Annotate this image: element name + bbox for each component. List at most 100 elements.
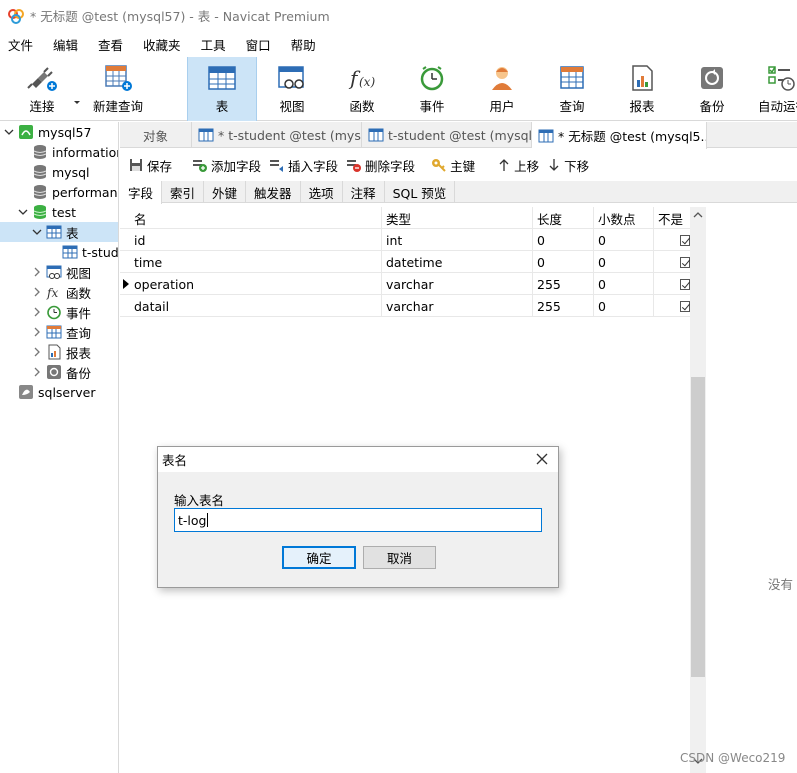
column-header-not-null[interactable]: 不是 — [654, 207, 690, 229]
close-icon[interactable] — [534, 451, 550, 467]
menu-window[interactable]: 窗口 — [238, 35, 283, 54]
vertical-scrollbar[interactable] — [690, 207, 706, 773]
tree-item-test[interactable]: test — [0, 202, 118, 222]
field-decimals-cell[interactable]: 0 — [594, 295, 654, 317]
field-name-cell[interactable]: operation — [130, 273, 382, 295]
subtab-indexes[interactable]: 索引 — [162, 181, 205, 203]
field-decimals-cell[interactable]: 0 — [594, 229, 654, 251]
column-header-name[interactable]: 名 — [130, 207, 382, 229]
subtab-sql-preview[interactable]: SQL 预览 — [385, 181, 456, 203]
tab-objects[interactable]: 对象 — [120, 122, 192, 148]
tree-item-sqlserver[interactable]: sqlserver — [0, 382, 118, 402]
add-field-button[interactable]: 添加字段 — [192, 156, 261, 175]
tree-item-performance[interactable]: performan — [0, 182, 118, 202]
event-button[interactable]: 事件 — [402, 57, 462, 121]
chevron-down-icon[interactable] — [18, 207, 28, 217]
backup-button[interactable]: 备份 — [682, 57, 742, 121]
tree-item-t-student[interactable]: t-stud — [0, 242, 118, 262]
field-type-cell[interactable]: datetime — [382, 251, 533, 273]
field-length-cell[interactable]: 0 — [533, 229, 594, 251]
chevron-right-icon[interactable] — [32, 327, 42, 337]
field-type-cell[interactable]: varchar — [382, 273, 533, 295]
function-button[interactable]: f (x) 函数 — [332, 57, 392, 121]
table-name-input[interactable]: t-log — [174, 508, 542, 532]
menu-edit[interactable]: 编辑 — [45, 35, 90, 54]
subtab-comments[interactable]: 注释 — [343, 181, 385, 203]
column-header-type[interactable]: 类型 — [382, 207, 533, 229]
tree-item-backups[interactable]: 备份 — [0, 362, 118, 382]
cancel-button[interactable]: 取消 — [363, 546, 436, 569]
chevron-down-icon[interactable] — [4, 127, 14, 137]
query-button[interactable]: 查询 — [542, 57, 602, 121]
chevron-right-icon[interactable] — [32, 307, 42, 317]
subtab-options[interactable]: 选项 — [301, 181, 343, 203]
tree-item-mysql[interactable]: mysql — [0, 162, 118, 182]
tree-item-mysql57[interactable]: mysql57 — [0, 122, 118, 142]
field-type-cell[interactable]: varchar — [382, 295, 533, 317]
tree-item-tables[interactable]: 表 — [0, 222, 118, 242]
move-down-button[interactable]: 下移 — [547, 156, 589, 175]
tree-item-functions[interactable]: fx 函数 — [0, 282, 118, 302]
field-decimals-cell[interactable]: 0 — [594, 273, 654, 295]
chevron-right-icon[interactable] — [32, 347, 42, 357]
move-up-button[interactable]: 上移 — [497, 156, 539, 175]
column-header-length[interactable]: 长度 — [533, 207, 594, 229]
menu-favorites[interactable]: 收藏夹 — [135, 35, 193, 54]
tree-item-events[interactable]: 事件 — [0, 302, 118, 322]
tree-item-views[interactable]: 视图 — [0, 262, 118, 282]
field-name-cell[interactable]: datail — [130, 295, 382, 317]
move-up-label: 上移 — [514, 158, 540, 174]
ok-button[interactable]: 确定 — [282, 546, 356, 569]
user-button[interactable]: 用户 — [472, 57, 532, 121]
table-row[interactable]: time datetime 0 0 — [120, 251, 690, 273]
database-icon — [33, 165, 47, 179]
primary-key-button[interactable]: 主键 — [431, 156, 475, 175]
subtab-fields[interactable]: 字段 — [120, 181, 163, 204]
tree-label: 事件 — [66, 305, 92, 321]
save-button[interactable]: 保存 — [128, 156, 172, 175]
connect-button[interactable]: 连接 — [14, 57, 70, 121]
tree-item-information[interactable]: information — [0, 142, 118, 162]
chevron-right-icon[interactable] — [32, 287, 42, 297]
field-length-cell[interactable]: 255 — [533, 273, 594, 295]
tab-untitled[interactable]: * 无标题 @test (mysql5... — [532, 122, 707, 149]
tab-t-student[interactable]: t-student @test (mysql... — [362, 122, 532, 148]
auto-run-button[interactable]: 自动运行 — [752, 57, 797, 121]
scrollbar-thumb[interactable] — [691, 377, 705, 677]
report-button[interactable]: 报表 — [612, 57, 672, 121]
field-name-cell[interactable]: id — [130, 229, 382, 251]
not-null-checkbox[interactable] — [654, 251, 690, 273]
not-null-checkbox[interactable] — [654, 273, 690, 295]
subtab-foreign-keys[interactable]: 外键 — [204, 181, 247, 203]
new-query-button[interactable]: 新建查询 — [88, 57, 148, 121]
chevron-right-icon[interactable] — [32, 367, 42, 377]
scroll-up-icon[interactable] — [693, 211, 703, 219]
field-name-cell[interactable]: time — [130, 251, 382, 273]
field-type-cell[interactable]: int — [382, 229, 533, 251]
menu-file[interactable]: 文件 — [0, 35, 45, 54]
menu-view[interactable]: 查看 — [90, 35, 135, 54]
table-button[interactable]: 表 — [187, 57, 257, 121]
table-row[interactable]: id int 0 0 — [120, 229, 690, 251]
tree-item-reports[interactable]: 报表 — [0, 342, 118, 362]
field-decimals-cell[interactable]: 0 — [594, 251, 654, 273]
column-header-decimals[interactable]: 小数点 — [594, 207, 654, 229]
query-label: 查询 — [559, 99, 585, 114]
tree-item-queries[interactable]: 查询 — [0, 322, 118, 342]
not-null-checkbox[interactable] — [654, 229, 690, 251]
menu-help[interactable]: 帮助 — [283, 35, 328, 54]
field-length-cell[interactable]: 255 — [533, 295, 594, 317]
table-row[interactable]: operation varchar 255 0 — [120, 273, 690, 295]
subtab-triggers[interactable]: 触发器 — [246, 181, 301, 203]
connect-dropdown[interactable] — [70, 57, 84, 121]
field-length-cell[interactable]: 0 — [533, 251, 594, 273]
chevron-right-icon[interactable] — [32, 267, 42, 277]
insert-field-button[interactable]: 插入字段 — [269, 156, 338, 175]
delete-field-button[interactable]: 删除字段 — [346, 156, 415, 175]
menu-tools[interactable]: 工具 — [193, 35, 238, 54]
not-null-checkbox[interactable] — [654, 295, 690, 317]
view-button[interactable]: 视图 — [262, 57, 322, 121]
chevron-down-icon[interactable] — [32, 227, 42, 237]
tab-t-student-edited[interactable]: * t-student @test (mys... — [192, 122, 362, 148]
table-row[interactable]: datail varchar 255 0 — [120, 295, 690, 317]
